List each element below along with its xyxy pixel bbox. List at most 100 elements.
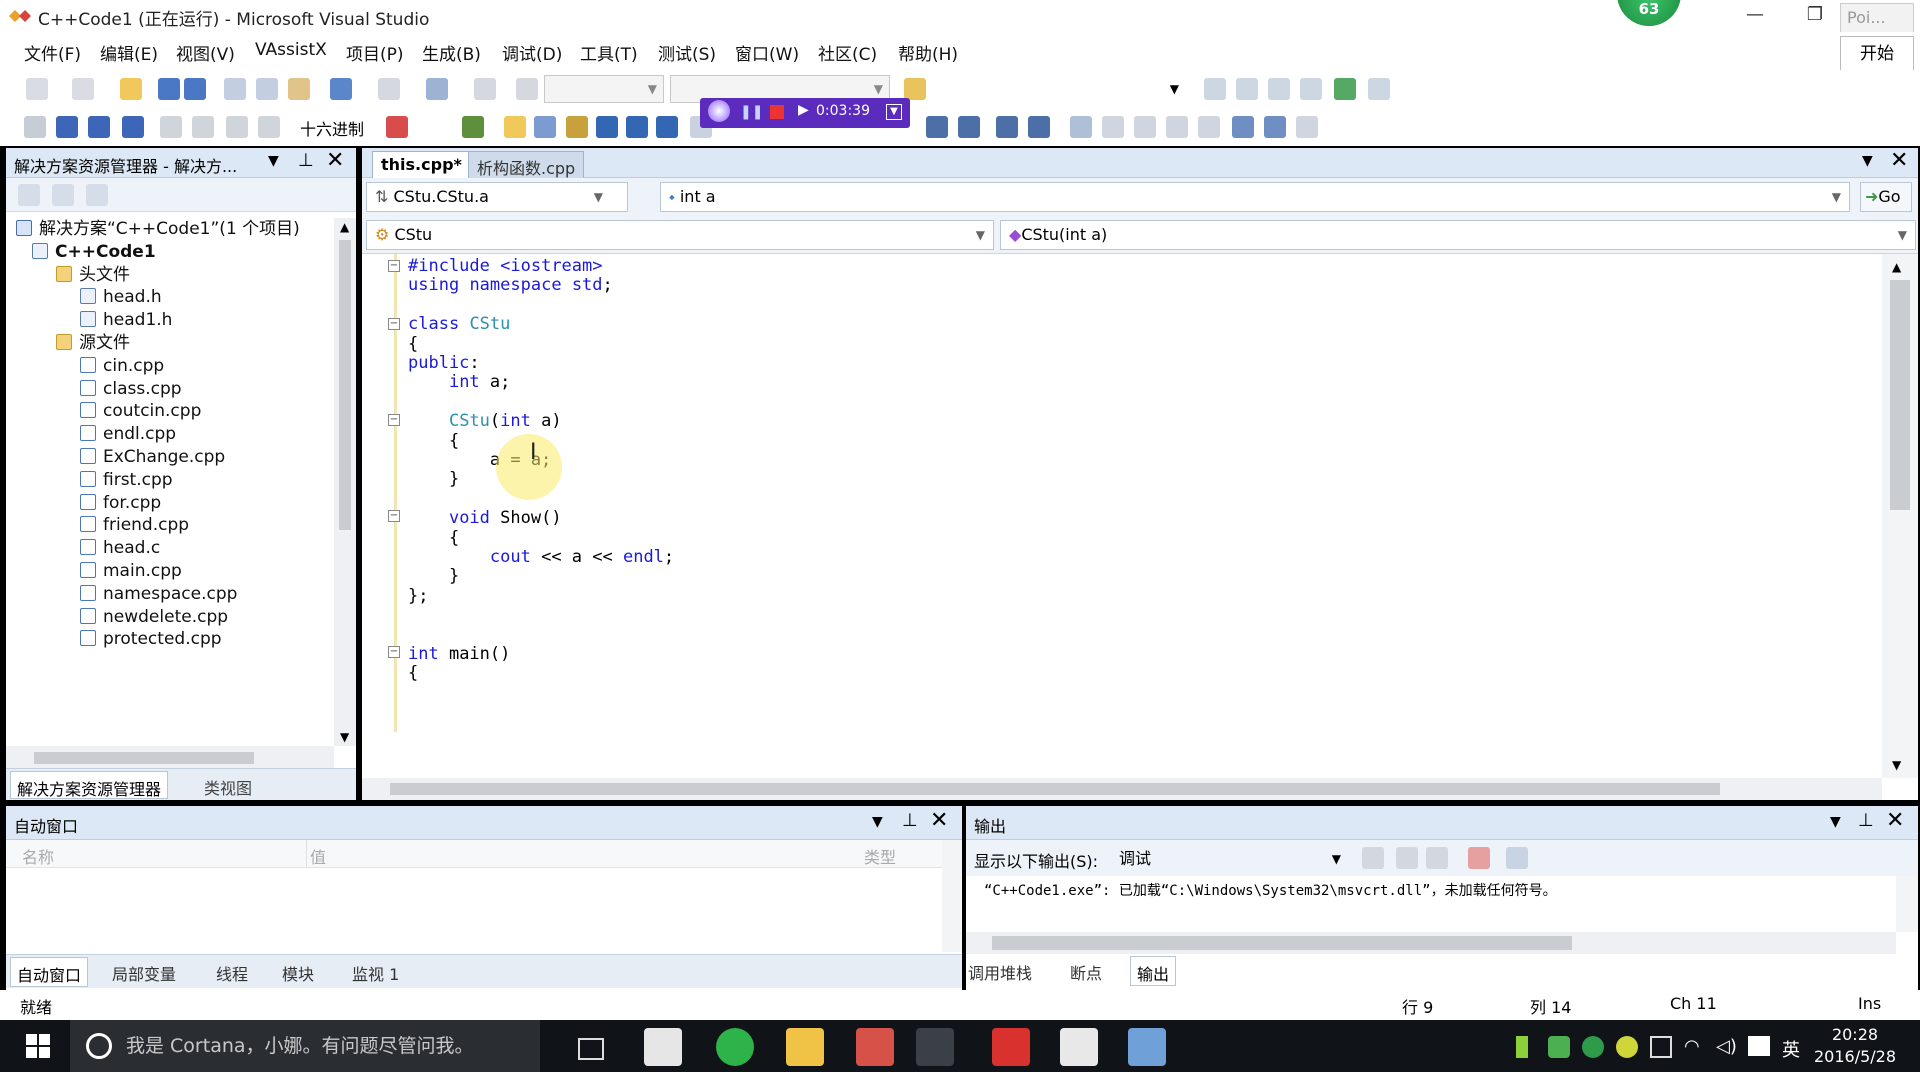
code-line[interactable]: { <box>408 661 418 685</box>
show-next-statement-icon[interactable] <box>160 116 182 138</box>
find-icon[interactable] <box>474 78 496 100</box>
code-line[interactable]: }; <box>408 584 428 608</box>
scope-combo[interactable]: ⇅ CStu.CStu.a ▼ <box>366 182 628 212</box>
continue-icon[interactable] <box>24 116 46 138</box>
save-icon[interactable] <box>158 78 180 100</box>
close-document-icon[interactable]: ✕ <box>1890 148 1908 173</box>
code-line[interactable]: int a; <box>408 370 510 394</box>
output-source-combo[interactable]: 调试 ▼ <box>1110 844 1350 874</box>
stop-debugging-icon[interactable] <box>88 116 110 138</box>
tree-item[interactable]: protected.cpp <box>80 626 222 652</box>
column-value[interactable]: 值 <box>310 844 326 868</box>
outdent-icon[interactable] <box>926 116 948 138</box>
scroll-down-icon[interactable]: ▼ <box>1892 758 1901 772</box>
dropdown-icon[interactable]: ▼ <box>1830 814 1841 830</box>
menu-edit[interactable]: 编辑(E) <box>100 40 158 65</box>
scroll-thumb[interactable] <box>992 936 1572 950</box>
fold-toggle[interactable]: − <box>388 318 400 330</box>
copy-icon[interactable] <box>256 78 278 100</box>
method-combo[interactable]: ◆CStu(int a) ▼ <box>1000 220 1916 250</box>
class-combo[interactable]: ⚙ CStu ▼ <box>366 220 994 250</box>
scroll-up-icon[interactable]: ▲ <box>1892 260 1901 274</box>
visual-studio-taskbar-icon[interactable] <box>916 1028 954 1066</box>
menu-build[interactable]: 生成(B) <box>422 40 481 65</box>
redo-icon[interactable] <box>378 78 400 100</box>
next-bookmark-folder-icon[interactable] <box>1198 116 1220 138</box>
autos-scrollbar[interactable] <box>942 840 962 952</box>
scroll-thumb[interactable] <box>34 752 254 764</box>
clear-bookmarks-icon[interactable] <box>1296 116 1318 138</box>
column-type[interactable]: 类型 <box>864 844 896 868</box>
output-window-icon[interactable] <box>1368 78 1390 100</box>
object-browser-icon[interactable] <box>1268 78 1290 100</box>
file-explorer-icon[interactable] <box>786 1028 824 1066</box>
hex-display-button[interactable]: 十六进制 <box>300 116 364 140</box>
start-button[interactable]: 开始 <box>1840 36 1914 72</box>
paste-icon[interactable] <box>288 78 310 100</box>
tab-solution-explorer[interactable]: 解决方案资源管理器 <box>10 771 169 799</box>
refactor-icon[interactable] <box>566 116 588 138</box>
recorder-widget[interactable]: ❚❚ ▶ 0:03:39 ▼ <box>700 98 910 128</box>
app-icon[interactable] <box>1060 1028 1098 1066</box>
next-bookmark-icon[interactable] <box>1134 116 1156 138</box>
fold-toggle[interactable]: − <box>388 646 400 658</box>
close-icon[interactable]: ✕ <box>930 808 948 833</box>
wifi-icon[interactable]: ◠ <box>1684 1036 1700 1057</box>
clock[interactable]: 20:28 2016/5/28 <box>1800 1024 1910 1070</box>
cortana-search[interactable]: 我是 Cortana，小娜。有问题尽管问我。 <box>70 1020 540 1072</box>
word-wrap-icon[interactable] <box>1506 847 1528 869</box>
menu-vassistx[interactable]: VAssistX <box>255 40 327 60</box>
save-all-icon[interactable] <box>184 78 206 100</box>
pin-icon[interactable]: ⊥ <box>1858 810 1874 831</box>
pause-icon[interactable]: ❚❚ <box>740 104 763 120</box>
goto-icon[interactable] <box>596 116 618 138</box>
prev-bookmark-folder-icon[interactable] <box>1166 116 1188 138</box>
notification-icon[interactable] <box>1748 1036 1770 1056</box>
indent-icon[interactable] <box>958 116 980 138</box>
navigate-icon[interactable] <box>426 78 448 100</box>
poi-widget[interactable]: Poi... <box>1840 3 1914 33</box>
tab-threads[interactable]: 线程 <box>216 961 248 985</box>
tab-this-cpp[interactable]: this.cpp* <box>372 151 471 178</box>
dropdown-icon[interactable]: ▼ <box>872 814 883 830</box>
toolbox-icon[interactable] <box>1300 78 1322 100</box>
class-wizard-icon[interactable] <box>462 116 484 138</box>
ime-indicator[interactable]: 英 <box>1782 1036 1800 1062</box>
next-message-icon[interactable] <box>1426 847 1448 869</box>
cut-icon[interactable] <box>224 78 246 100</box>
menu-help[interactable]: 帮助(H) <box>898 40 958 65</box>
next-bookmark-doc-icon[interactable] <box>1264 116 1286 138</box>
output-vscroll[interactable] <box>1896 876 1918 932</box>
tab-modules[interactable]: 模块 <box>282 961 314 985</box>
code-area[interactable]: − − − − − #include <iostream> using names… <box>362 254 1882 778</box>
app-icon[interactable] <box>856 1028 894 1066</box>
find-combo[interactable]: ▼ <box>936 75 1186 103</box>
tab-call-stack[interactable]: 调用堆栈 <box>968 960 1032 984</box>
step-into-icon[interactable] <box>192 116 214 138</box>
step-out-icon[interactable] <box>258 116 280 138</box>
go-button[interactable]: ➜Go <box>1860 182 1912 212</box>
break-all-icon[interactable] <box>56 116 78 138</box>
battery-icon[interactable] <box>1516 1036 1528 1058</box>
menu-debug[interactable]: 调试(D) <box>502 40 562 65</box>
scroll-down-icon[interactable]: ▼ <box>340 730 349 744</box>
breakpoints-icon[interactable] <box>386 116 408 138</box>
pin-icon[interactable]: ⊥ <box>298 150 314 171</box>
code-line[interactable]: } <box>408 467 459 491</box>
scroll-up-icon[interactable]: ▲ <box>340 220 349 234</box>
tab-class-view[interactable]: 类视图 <box>204 775 252 799</box>
find-message-icon[interactable] <box>1362 847 1384 869</box>
show-all-files-icon[interactable] <box>52 184 74 206</box>
tab-watch1[interactable]: 监视 1 <box>352 961 399 985</box>
xmind-icon[interactable] <box>992 1028 1030 1066</box>
security-shield-icon[interactable] <box>1582 1036 1604 1058</box>
start-debug-icon[interactable] <box>516 78 538 100</box>
menu-community[interactable]: 社区(C) <box>818 40 877 65</box>
windows-start-icon[interactable] <box>26 1034 50 1062</box>
dropdown-icon[interactable]: ▼ <box>268 153 279 169</box>
recorder-menu-icon[interactable]: ▼ <box>886 104 902 120</box>
task-view-icon[interactable] <box>578 1038 604 1060</box>
start-page-icon[interactable] <box>1334 78 1356 100</box>
tab-autos[interactable]: 自动窗口 <box>10 957 89 987</box>
prev-bookmark-doc-icon[interactable] <box>1232 116 1254 138</box>
